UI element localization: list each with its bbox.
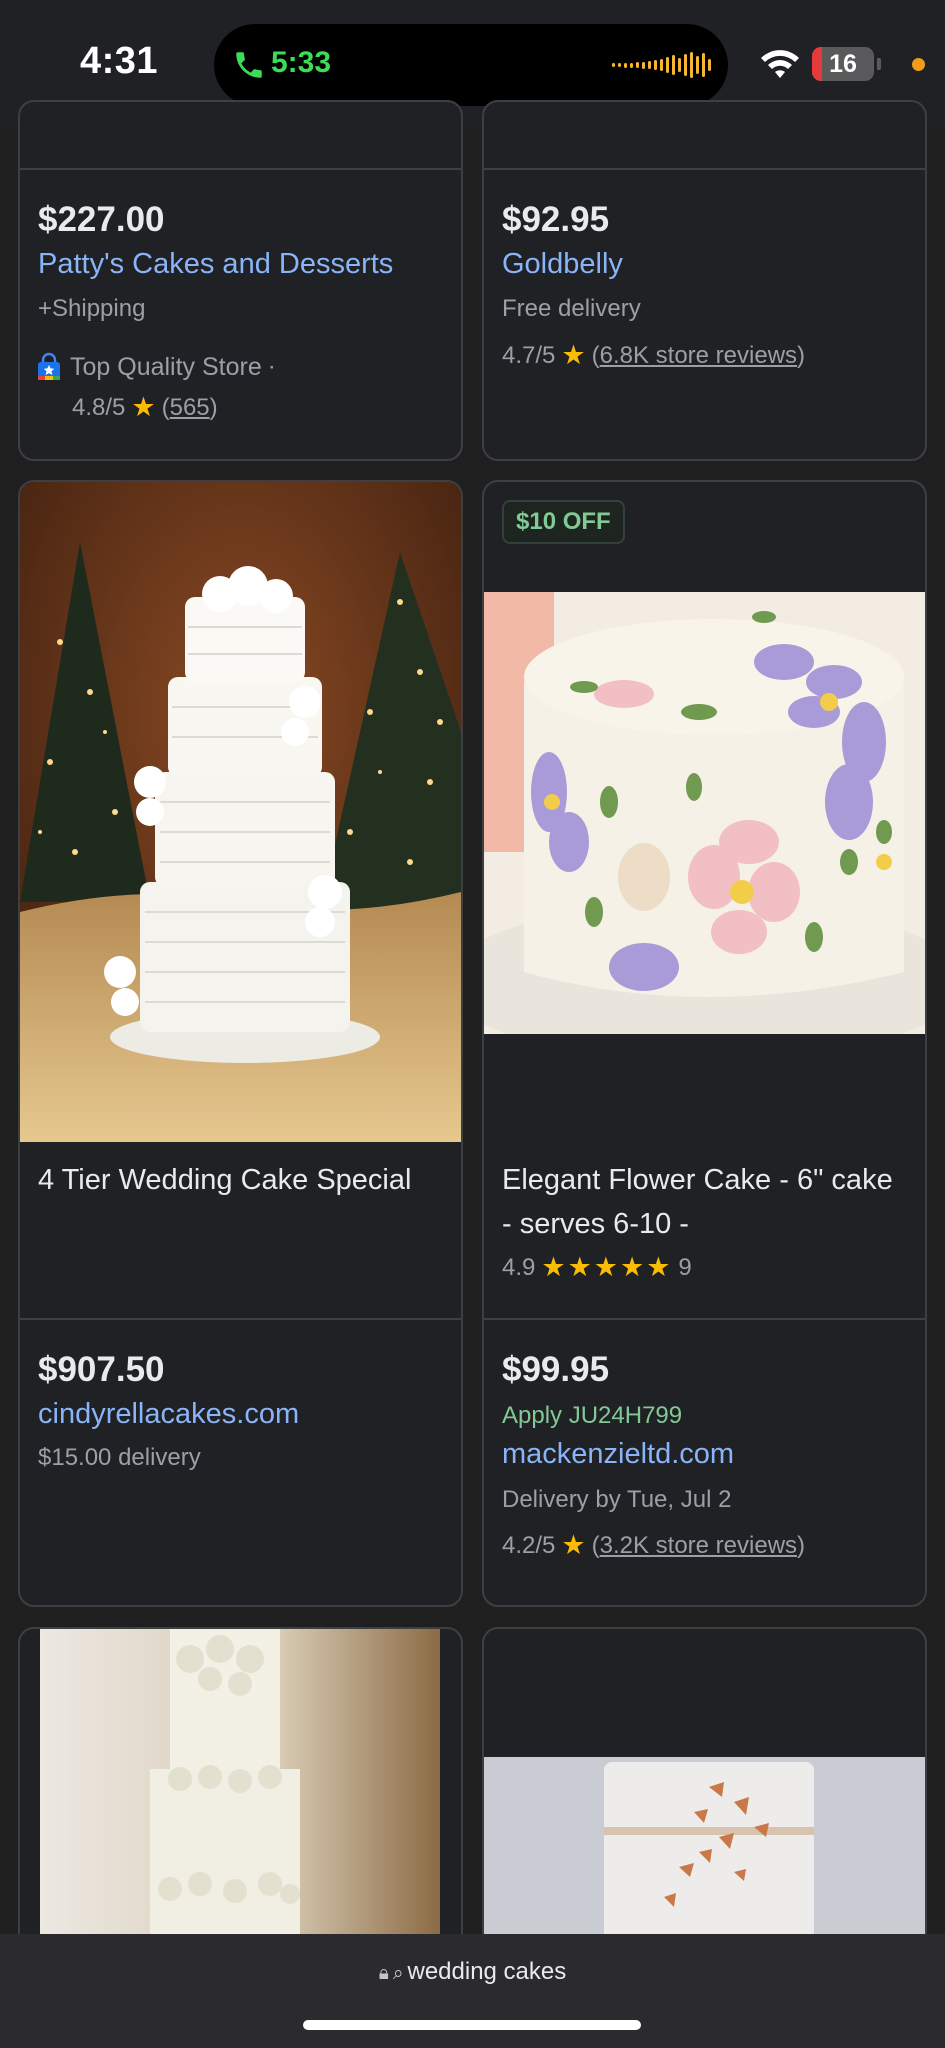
- search-icon: ⌕: [392, 1963, 404, 1984]
- card-divider: [484, 168, 925, 170]
- paren-close: ): [209, 393, 218, 421]
- top-quality-store-label: Top Quality Store: [70, 352, 262, 381]
- seller-link[interactable]: cindyrellacakes.com: [38, 1398, 299, 1431]
- product-rating-value: 4.9: [502, 1253, 536, 1281]
- lock-icon: 🔒︎: [378, 1963, 389, 1984]
- seller-link[interactable]: Patty's Cakes and Desserts: [38, 248, 393, 281]
- card-divider: [484, 1318, 925, 1320]
- product-price: $907.50: [38, 1350, 165, 1389]
- product-price: $227.00: [38, 200, 165, 239]
- paren-open: (: [591, 341, 600, 369]
- home-indicator[interactable]: [303, 2020, 641, 2030]
- shipping-info: Delivery by Tue, Jul 2: [502, 1486, 732, 1513]
- product-card-goldbelly[interactable]: $92.95 Goldbelly Free delivery 4.7/5 ★ (…: [482, 100, 927, 461]
- seller-link[interactable]: Goldbelly: [502, 248, 623, 281]
- card-divider: [20, 1318, 461, 1320]
- battery-percent: 16: [829, 50, 857, 78]
- product-price: $99.95: [502, 1350, 610, 1389]
- product-price: $92.95: [502, 200, 610, 239]
- separator-dot: ·: [267, 353, 276, 380]
- promo-code: Apply JU24H799: [502, 1402, 683, 1429]
- clock: 4:31: [80, 40, 159, 82]
- product-review-count: 9: [678, 1253, 692, 1281]
- product-card-elegant-flower-cake[interactable]: $10 OFF Elegant Flower Cake - 6" cake - …: [482, 480, 927, 1607]
- store-rating: 4.2/5 ★ (3.2K store reviews): [502, 1530, 805, 1561]
- audio-waveform-icon: [612, 50, 711, 80]
- paren-open: (: [161, 393, 170, 421]
- star-rating-icons: ★★★★★: [541, 1252, 673, 1282]
- rating-value: 4.7/5: [502, 341, 556, 369]
- battery-nub: [877, 58, 881, 70]
- rating-value: 4.2/5: [502, 1531, 556, 1559]
- discount-badge: $10 OFF: [502, 500, 625, 544]
- product-image[interactable]: [20, 482, 461, 1142]
- wifi-icon: [761, 50, 799, 78]
- tiered-wedding-cake-icon: [20, 482, 461, 1142]
- product-card-pattys[interactable]: $227.00 Patty's Cakes and Desserts +Ship…: [18, 100, 463, 461]
- star-icon: ★: [561, 1530, 586, 1560]
- address-bar-content[interactable]: 🔒︎ ⌕ wedding cakes: [0, 1958, 945, 1986]
- flower-cake-icon: [484, 592, 925, 1034]
- battery-indicator: 16: [812, 47, 874, 81]
- product-image[interactable]: [484, 592, 925, 1034]
- product-title[interactable]: 4 Tier Wedding Cake Special: [38, 1158, 448, 1202]
- paren-close: ): [797, 1531, 806, 1559]
- address-bar[interactable]: 🔒︎ ⌕ wedding cakes: [0, 1934, 945, 2048]
- review-count-link[interactable]: 6.8K store reviews: [600, 342, 797, 369]
- star-icon: ★: [131, 392, 156, 422]
- privacy-indicator-dot: [912, 58, 925, 71]
- seller-link[interactable]: mackenzieltd.com: [502, 1438, 734, 1471]
- product-title[interactable]: Elegant Flower Cake - 6" cake - serves 6…: [502, 1158, 902, 1246]
- phone-icon: [236, 52, 262, 78]
- star-icon: ★: [561, 340, 586, 370]
- shipping-info: $15.00 delivery: [38, 1444, 201, 1471]
- store-rating: 4.8/5 ★ (565): [72, 392, 218, 423]
- shopping-bag-icon: [38, 352, 60, 380]
- call-duration: 5:33: [271, 46, 332, 79]
- card-divider: [20, 168, 461, 170]
- product-card-wedding-cake-special[interactable]: 4 Tier Wedding Cake Special $907.50 cind…: [18, 480, 463, 1607]
- shipping-info: +Shipping: [38, 295, 146, 322]
- store-rating: 4.7/5 ★ (6.8K store reviews): [502, 340, 805, 371]
- rating-value: 4.8/5: [72, 393, 126, 421]
- review-count-link[interactable]: 3.2K store reviews: [600, 1532, 797, 1559]
- top-quality-store-badge: Top Quality Store ·: [34, 352, 276, 382]
- search-query[interactable]: wedding cakes: [407, 1958, 566, 1985]
- review-count-link[interactable]: 565: [170, 394, 210, 421]
- paren-close: ): [797, 341, 806, 369]
- paren-open: (: [591, 1531, 600, 1559]
- product-rating: 4.9 ★★★★★ 9: [502, 1252, 692, 1283]
- shipping-info: Free delivery: [502, 295, 641, 322]
